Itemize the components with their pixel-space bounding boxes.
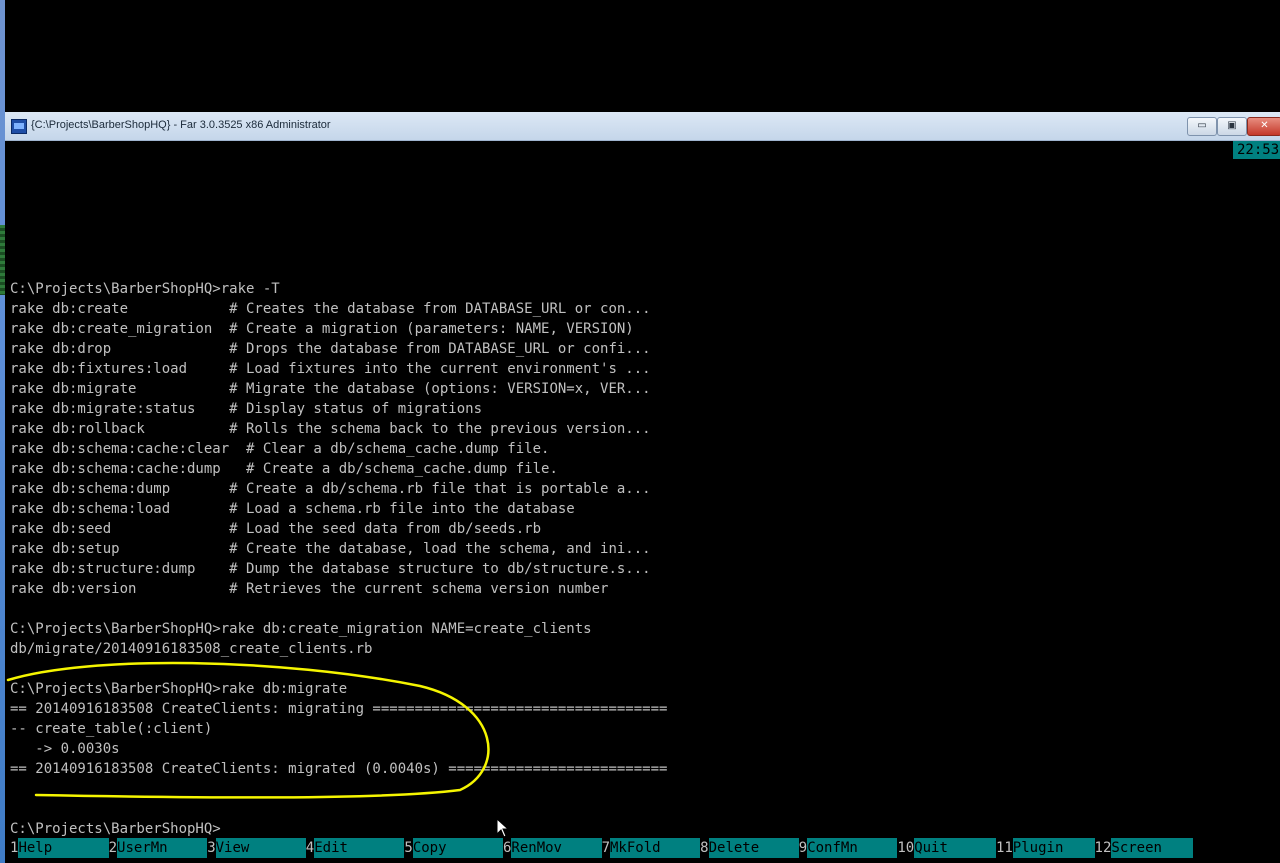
fkey-label: UserMn [117,838,208,858]
fkey-number: 8 [700,838,709,858]
fkey-copy[interactable]: 5 Copy [404,838,503,858]
fkey-confmn[interactable]: 9 ConfMn [798,838,898,858]
fkey-number: 10 [897,838,915,858]
fkey-usermn[interactable]: 2 UserMn [108,838,208,858]
console-output[interactable]: C:\Projects\BarberShopHQ>rake -T rake db:… [10,279,1275,839]
console-line: -> 0.0030s [10,741,120,757]
maximize-button[interactable]: ▣ [1217,117,1247,136]
mouse-cursor-icon [496,818,510,838]
console-line: C:\Projects\BarberShopHQ>rake db:migrate [10,681,348,697]
console-line: rake db:version # Retrieves the current … [10,581,609,597]
console-line: rake db:schema:cache:dump # Create a db/… [10,461,558,477]
console-line: rake db:schema:load # Load a schema.rb f… [10,501,575,517]
fkey-label: Copy [412,838,503,858]
console-line: rake db:rollback # Rolls the schema back… [10,421,651,437]
console-line: rake db:fixtures:load # Load fixtures in… [10,361,651,377]
fkey-label: RenMov [511,838,602,858]
fkey-screen[interactable]: 12 Screen [1094,838,1194,858]
clock-display: 22:53 [1233,141,1280,159]
fkey-label: Edit [314,838,405,858]
fkey-quit[interactable]: 10 Quit [897,838,996,858]
console-line: rake db:migrate:status # Display status … [10,401,483,417]
fkey-number: 2 [108,838,118,858]
fkey-label: Plugin [1012,838,1095,858]
fkey-renmov[interactable]: 6 RenMov [502,838,602,858]
fkey-number: 6 [502,838,512,858]
function-key-bar: 1 Help 2 UserMn 3 View 4 Edit 5 Copy 6 RenMov 7 MkFol… [10,838,1280,858]
fkey-number: 7 [601,838,610,858]
fkey-edit[interactable]: 4 Edit [305,838,405,858]
console-line: rake db:create # Creates the database fr… [10,301,651,317]
console-line: rake db:schema:dump # Create a db/schema… [10,481,651,497]
minimize-button[interactable]: ▭ [1187,117,1217,136]
console-line: rake db:structure:dump # Dump the databa… [10,561,651,577]
fkey-label: Screen [1111,838,1194,858]
console-line: db/migrate/20140916183508_create_clients… [10,641,373,657]
fkey-number: 9 [798,838,808,858]
fkey-number: 11 [995,838,1013,858]
console-line: C:\Projects\BarberShopHQ> [10,821,221,837]
minimize-icon: ▭ [1197,120,1207,131]
fkey-label: Help [18,838,109,858]
fkey-label: ConfMn [807,838,898,858]
console-line: rake db:schema:cache:clear # Clear a db/… [10,441,550,457]
fkey-plugin[interactable]: 11 Plugin [995,838,1095,858]
fkey-number: 12 [1094,838,1112,858]
console-line: C:\Projects\BarberShopHQ>rake -T [10,281,280,297]
console-line: == 20140916183508 CreateClients: migrate… [10,761,668,777]
console-line: == 20140916183508 CreateClients: migrati… [10,701,668,717]
close-button[interactable]: ✕ [1247,117,1280,136]
console-line: rake db:create_migration # Create a migr… [10,321,634,337]
console-line: rake db:drop # Drops the database from D… [10,341,651,357]
console-line: C:\Projects\BarberShopHQ>rake db:create_… [10,621,592,637]
fkey-number: 4 [305,838,315,858]
maximize-icon: ▣ [1227,120,1237,131]
fkey-view[interactable]: 3 View [207,838,306,858]
close-icon: ✕ [1260,120,1269,131]
fkey-label: Quit [914,838,996,858]
window-title: {C:\Projects\BarberShopHQ} - Far 3.0.352… [31,119,331,131]
console-line: rake db:migrate # Migrate the database (… [10,381,651,397]
fkey-number: 1 [10,838,19,858]
fkey-help[interactable]: 1 Help [10,838,109,858]
fkey-number: 3 [207,838,216,858]
fkey-label: MkFold [610,838,701,858]
far-app-icon[interactable] [11,119,27,134]
window-titlebar[interactable]: {C:\Projects\BarberShopHQ} - Far 3.0.352… [5,112,1280,141]
fkey-label: View [215,838,306,858]
console-line: rake db:setup # Create the database, loa… [10,541,651,557]
fkey-label: Delete [708,838,799,858]
fkey-mkfold[interactable]: 7 MkFold [601,838,701,858]
console-line: -- create_table(:client) [10,721,213,737]
fkey-delete[interactable]: 8 Delete [700,838,799,858]
fkey-number: 5 [404,838,413,858]
console-line: rake db:seed # Load the seed data from d… [10,521,542,537]
